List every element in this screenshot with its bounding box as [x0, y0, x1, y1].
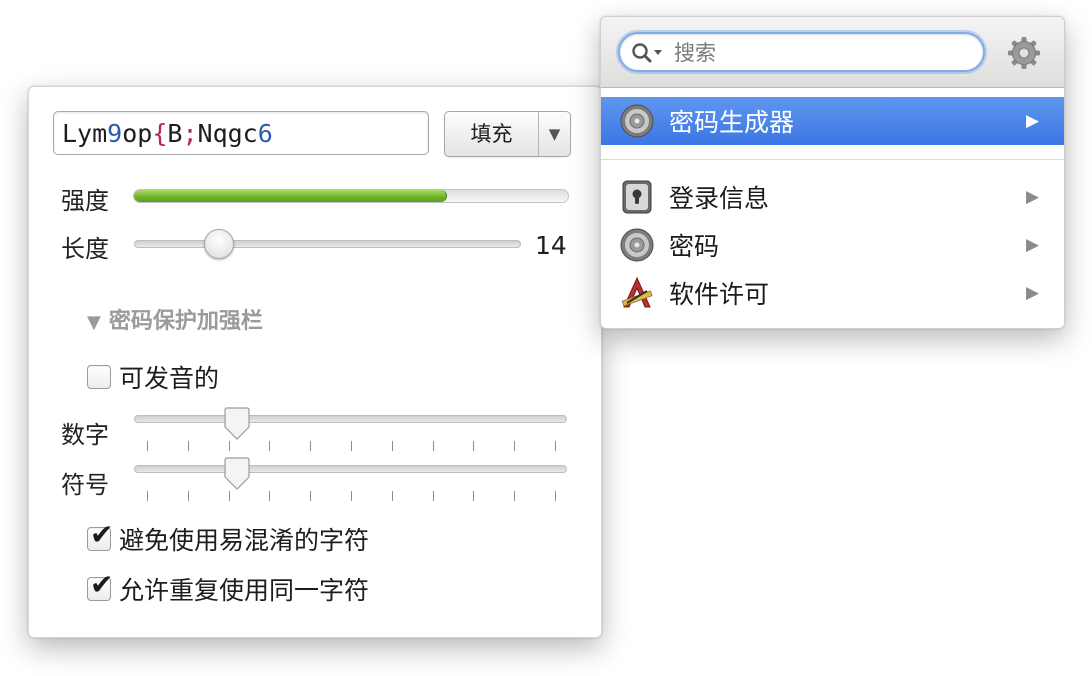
slider-tick: [555, 491, 556, 501]
allow-repeat-label: 允许重复使用同一字符: [119, 576, 370, 605]
password-segment-sym: ;: [182, 119, 198, 148]
password-segment-alpha: Nqgc: [197, 119, 258, 148]
chevron-right-icon: ▶: [1026, 111, 1040, 131]
fill-button[interactable]: 填充: [445, 112, 539, 156]
password-segment-alpha: op: [122, 119, 153, 148]
slider-tick: [391, 441, 393, 451]
chevron-right-icon: ▶: [1026, 283, 1040, 303]
slider-tick: [187, 441, 189, 451]
pronounceable-label: 可发音的: [119, 364, 220, 393]
gear-icon[interactable]: [1006, 35, 1042, 71]
checkmark-icon: ✔: [90, 568, 114, 601]
slider-tick: [228, 491, 230, 501]
digits-slider-knob[interactable]: [222, 407, 252, 441]
disclosure-label: 密码保护加强栏: [108, 309, 263, 334]
slider-tick: [555, 441, 556, 451]
password-segment-alpha: Lym: [62, 119, 108, 148]
digits-slider-ticks: [147, 441, 556, 451]
vault-dial-icon: [620, 228, 654, 262]
password-generator-panel: Lym9op{B;Nqgc6 填充 ▼ 强度 长度 14 ▼ 密码保护加强栏 可发…: [28, 86, 602, 638]
avoid-ambiguous-option[interactable]: ✔ 避免使用易混淆的字符: [87, 518, 370, 557]
strength-meter: [133, 189, 569, 203]
chevron-right-icon: ▶: [1026, 187, 1040, 207]
symbols-slider-ticks: [147, 491, 556, 501]
password-segment-alpha: B: [167, 119, 183, 148]
length-label: 长度: [61, 235, 109, 263]
menu-item-label: 登录信息: [669, 184, 770, 213]
slider-tick: [391, 491, 393, 501]
search-icon[interactable]: [630, 41, 664, 65]
menu-item-password-generator[interactable]: 密码生成器 ▶: [601, 97, 1064, 145]
length-value: 14: [535, 231, 567, 260]
slider-tick: [228, 441, 230, 451]
slider-tick: [310, 491, 312, 501]
length-slider-track[interactable]: [134, 240, 521, 248]
slider-tick: [187, 491, 189, 501]
chevron-right-icon: ▶: [1026, 235, 1040, 255]
slider-tick: [432, 441, 434, 451]
app-store-icon: [621, 276, 653, 308]
slider-tick: [310, 441, 312, 451]
slider-tick: [351, 441, 352, 451]
symbols-slider-track[interactable]: [134, 465, 567, 473]
digits-label: 数字: [61, 421, 109, 449]
menu-item-software-licenses[interactable]: 软件许可 ▶: [601, 269, 1064, 317]
avoid-ambiguous-checkbox[interactable]: ✔: [87, 518, 113, 551]
fill-dropdown-arrow-icon[interactable]: ▼: [539, 112, 570, 156]
symbols-label: 符号: [61, 471, 109, 499]
menu-item-label: 密码生成器: [669, 108, 795, 137]
disclosure-triangle-icon: ▼: [87, 312, 101, 333]
strength-meter-fill: [134, 190, 448, 202]
menu-separator: [601, 159, 1064, 160]
slider-tick: [269, 441, 271, 451]
menu-item-label: 软件许可: [669, 280, 770, 309]
password-segment-num: 6: [257, 119, 273, 148]
menu-item-label: 密码: [669, 232, 720, 261]
password-segment-sym: {: [152, 119, 168, 148]
pronounceable-checkbox[interactable]: [87, 365, 111, 389]
slider-tick: [514, 441, 516, 451]
slider-tick: [147, 441, 148, 451]
slider-tick: [473, 441, 475, 451]
menu-item-logins[interactable]: 登录信息 ▶: [601, 173, 1064, 221]
length-slider-knob[interactable]: [204, 229, 235, 259]
allow-repeat-option[interactable]: ✔ 允许重复使用同一字符: [87, 568, 370, 607]
slider-tick: [351, 491, 352, 501]
fill-button-group: 填充 ▼: [444, 111, 571, 157]
menu-header: [601, 17, 1064, 88]
slider-tick: [269, 491, 271, 501]
vault-dial-icon: [620, 104, 654, 138]
pronounceable-option[interactable]: 可发音的: [87, 359, 219, 395]
avoid-ambiguous-label: 避免使用易混淆的字符: [119, 526, 370, 555]
slider-tick: [432, 491, 434, 501]
password-segment-num: 9: [107, 119, 123, 148]
slider-tick: [473, 491, 475, 501]
checkmark-icon: ✔: [90, 518, 114, 551]
search-input[interactable]: [672, 38, 976, 68]
slider-tick: [147, 491, 148, 501]
digits-slider-track[interactable]: [134, 415, 567, 423]
allow-repeat-checkbox[interactable]: ✔: [87, 568, 113, 601]
menu-item-passwords[interactable]: 密码 ▶: [601, 221, 1064, 269]
search-field[interactable]: [618, 32, 985, 72]
slider-tick: [514, 491, 516, 501]
generated-password-field[interactable]: Lym9op{B;Nqgc6: [53, 111, 429, 155]
strength-label: 强度: [61, 187, 109, 215]
advanced-options-disclosure[interactable]: ▼ 密码保护加强栏: [87, 303, 263, 335]
symbols-slider-knob[interactable]: [222, 457, 252, 491]
keyhole-icon: [622, 180, 652, 214]
mini-menu-popover: 密码生成器 ▶ 登录信息 ▶ 密码 ▶ 软件许可 ▶: [600, 16, 1065, 329]
